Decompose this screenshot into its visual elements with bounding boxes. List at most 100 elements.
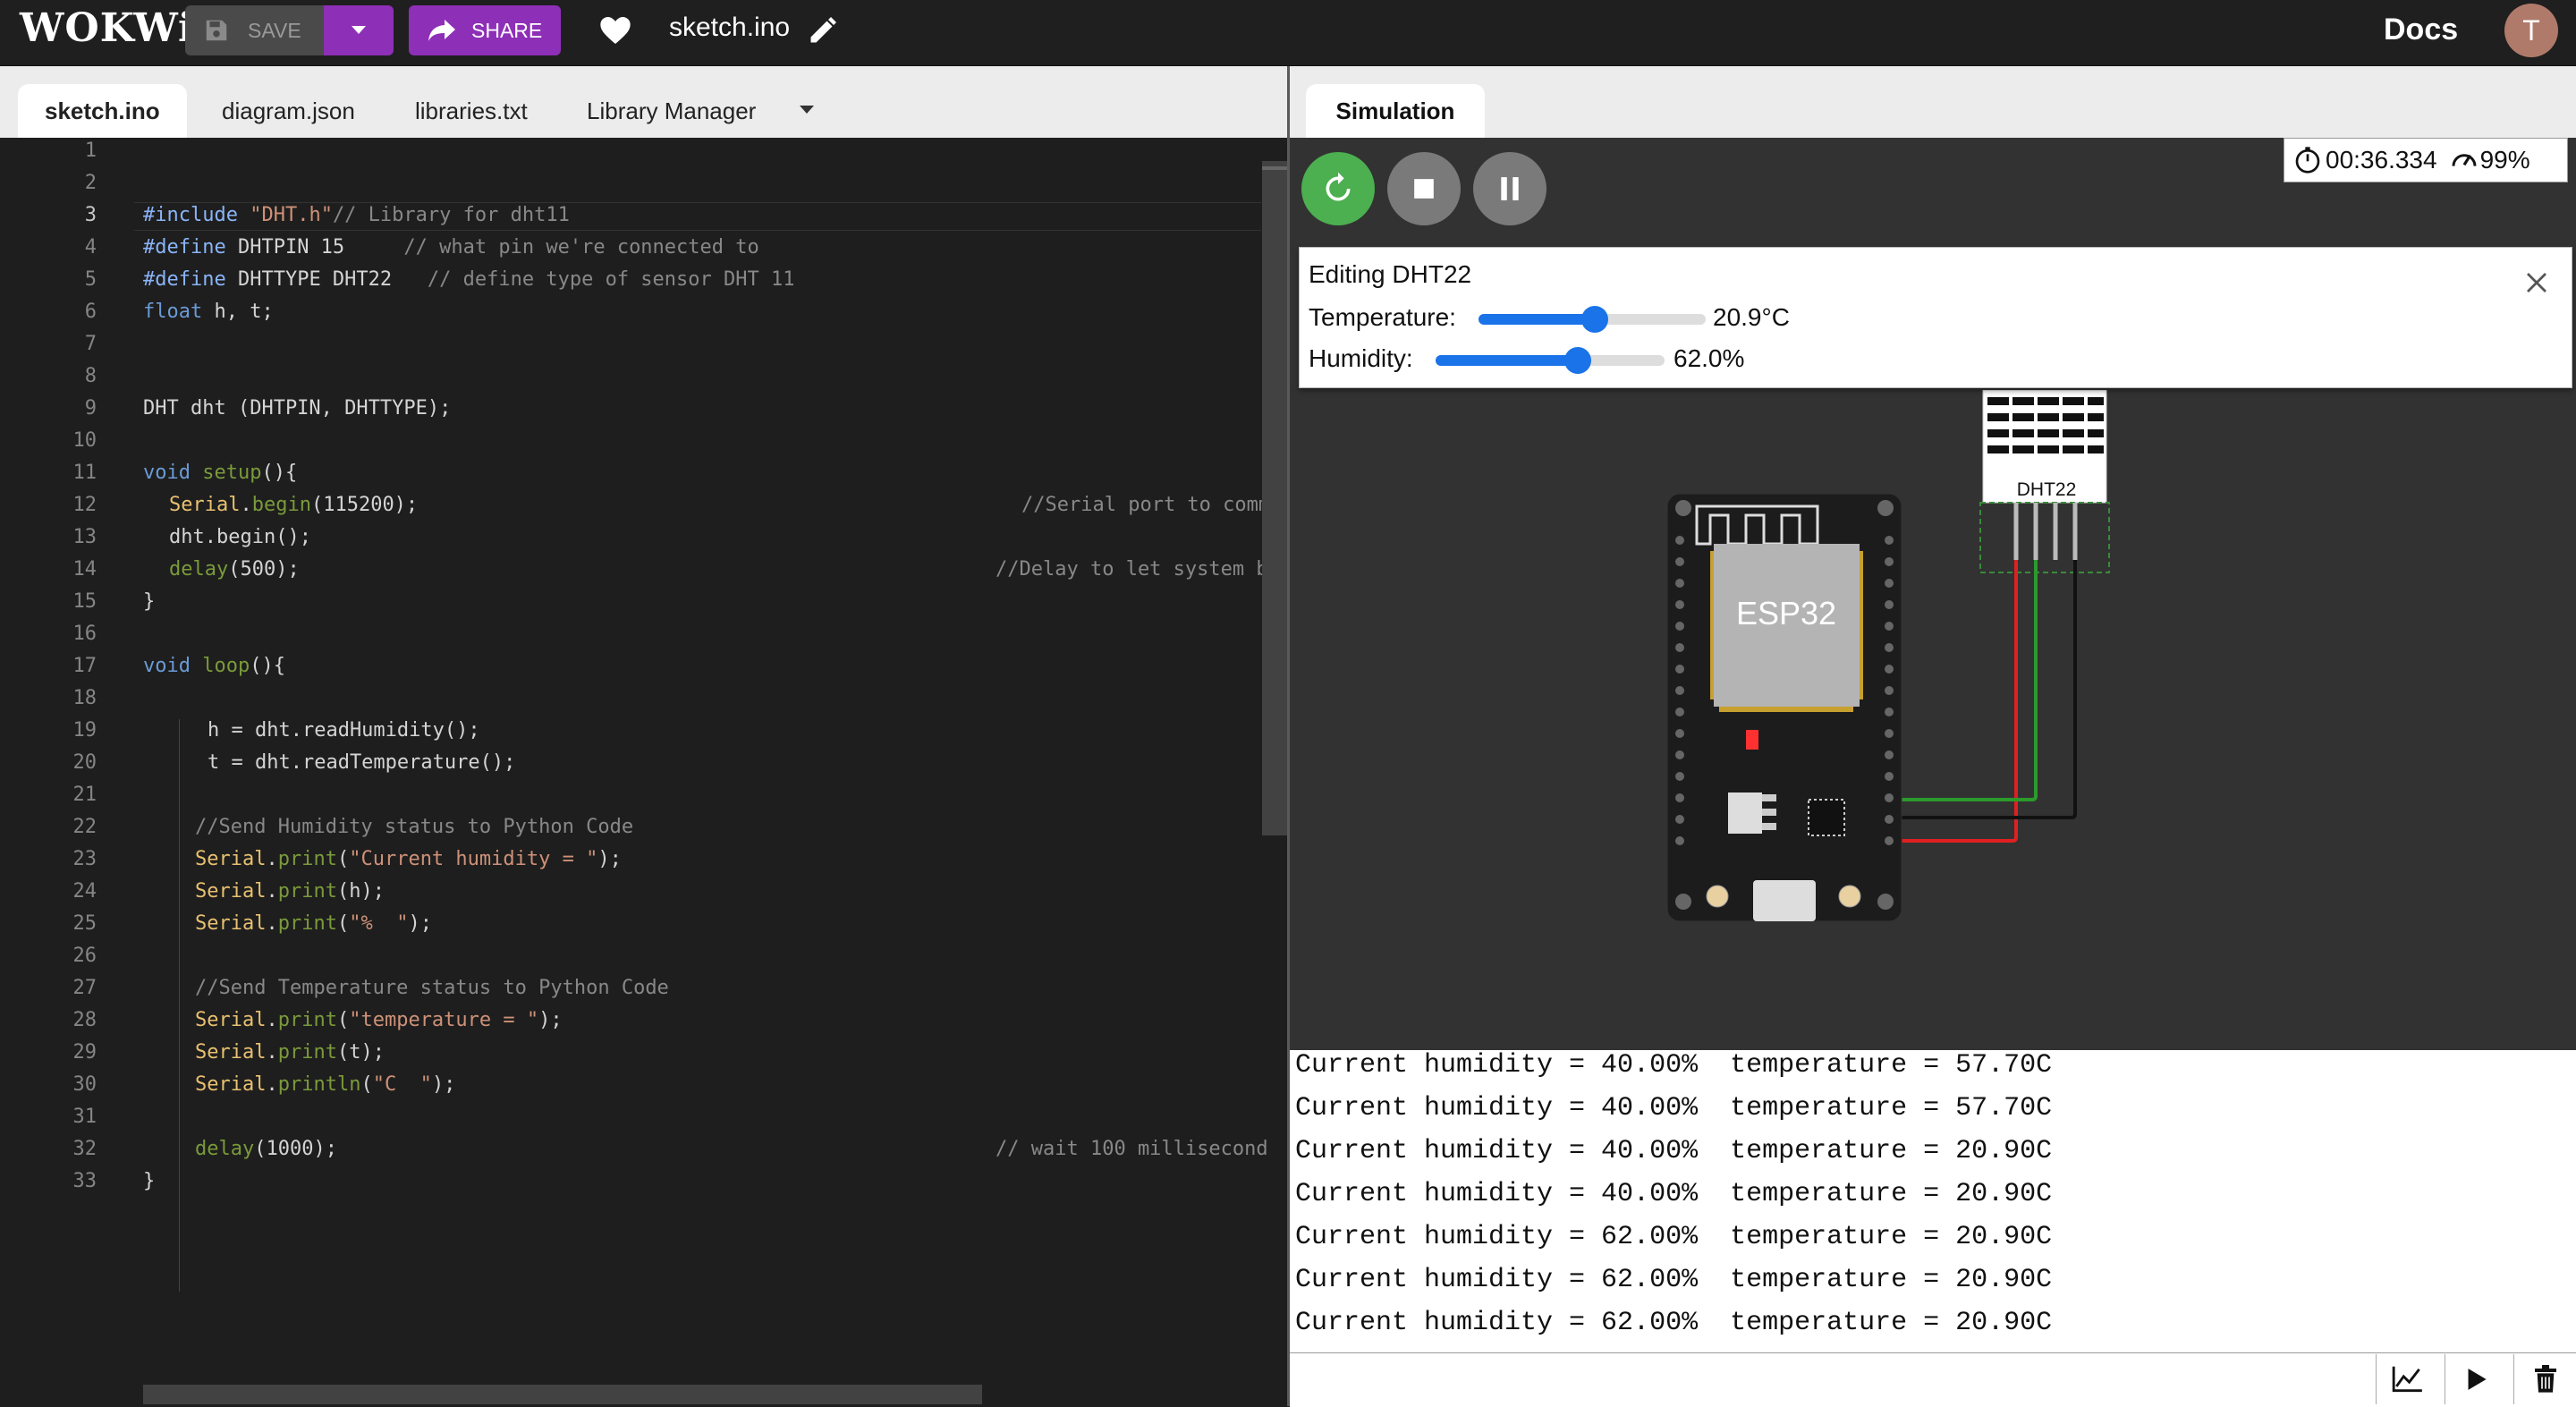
- code-line: void setup(){: [143, 462, 297, 484]
- esp32-label: ESP32: [1736, 595, 1836, 631]
- docs-link[interactable]: Docs: [2384, 13, 2458, 47]
- token: .: [266, 1073, 278, 1096]
- heart-icon[interactable]: [597, 13, 633, 48]
- save-dropdown-button[interactable]: [324, 5, 394, 55]
- token: // what pin we're connected to: [403, 236, 759, 259]
- stop-button[interactable]: [1387, 152, 1461, 225]
- pause-icon: [1501, 177, 1519, 200]
- save-button[interactable]: SAVE: [185, 5, 324, 55]
- line-number: 12: [72, 494, 97, 516]
- wire-data[interactable]: [1891, 560, 2038, 801]
- wire-gnd[interactable]: [1891, 560, 2077, 819]
- token: Serial: [195, 1073, 267, 1096]
- tab-sketch-ino[interactable]: sketch.ino: [18, 84, 187, 138]
- editor-horizontal-scrollbar[interactable]: [143, 1385, 982, 1404]
- line-number: 33: [72, 1170, 97, 1192]
- temperature-label: Temperature:: [1309, 303, 1456, 331]
- plotter-button[interactable]: [2376, 1354, 2439, 1404]
- code-line: delay(500);: [169, 558, 300, 581]
- token: DHTPIN 15: [237, 236, 404, 259]
- token: (115200);: [310, 494, 419, 516]
- token: Serial: [195, 880, 267, 903]
- stop-icon: [1414, 179, 1434, 199]
- serial-play-button[interactable]: [2445, 1354, 2508, 1404]
- line-number: 28: [72, 1009, 97, 1031]
- token: "Current humidity = ": [349, 848, 598, 870]
- token: print: [277, 1009, 337, 1031]
- tab-libraries-txt[interactable]: libraries.txt: [388, 84, 555, 138]
- slider-knob[interactable]: [1564, 347, 1591, 374]
- pause-button[interactable]: [1473, 152, 1546, 225]
- line-number: 16: [72, 623, 97, 645]
- save-label: SAVE: [248, 18, 301, 42]
- editor-vertical-scrollbar[interactable]: [1262, 161, 1287, 835]
- tab-diagram-json[interactable]: diagram.json: [195, 84, 382, 138]
- timer-value: 00:36.334: [2326, 146, 2437, 174]
- line-number: 2: [84, 172, 97, 194]
- token: delay: [169, 558, 229, 581]
- tabs-dropdown-icon[interactable]: [798, 104, 816, 116]
- restart-button[interactable]: [1301, 152, 1375, 225]
- dht22-sensor[interactable]: DHT22: [1979, 390, 2110, 573]
- line-number: 11: [72, 462, 97, 484]
- token: );: [538, 1009, 563, 1031]
- line-number: 18: [72, 687, 97, 709]
- token: print: [277, 1041, 337, 1064]
- humidity-value: 62.0%: [1674, 344, 1745, 372]
- clear-serial-button[interactable]: [2513, 1354, 2576, 1404]
- token: DHTTYPE DHT22: [237, 268, 428, 291]
- token: "DHT.h": [250, 204, 333, 226]
- indent-guide: [179, 818, 180, 1292]
- line-number: 29: [72, 1041, 97, 1064]
- token: Serial: [195, 912, 267, 935]
- line-number: 1: [84, 140, 97, 162]
- esp32-board[interactable]: ESP32: [1666, 493, 1902, 922]
- share-button[interactable]: SHARE: [409, 5, 561, 55]
- pencil-icon[interactable]: [807, 14, 839, 47]
- save-icon: [206, 20, 227, 41]
- code-line: }: [143, 590, 156, 613]
- line-number: 23: [72, 848, 97, 870]
- token: (: [360, 1073, 373, 1096]
- scrollbar-marker: [1262, 166, 1287, 170]
- token: println: [277, 1073, 361, 1096]
- token: (: [336, 1009, 350, 1031]
- tab-library-manager[interactable]: Library Manager: [560, 84, 783, 138]
- token: void: [143, 462, 191, 484]
- serial-line: Current humidity = 62.00% temperature = …: [1295, 1222, 2053, 1252]
- token: h, t;: [202, 301, 274, 323]
- line-number: 9: [84, 397, 97, 420]
- token: print: [277, 912, 337, 935]
- code-comment: //Serial port to comm: [1021, 494, 1271, 516]
- code-editor[interactable]: 1 2 3 4 5 6 7 8 9 10 11 12 13 14 15 16 1…: [0, 138, 1287, 1406]
- token: .: [266, 1009, 278, 1031]
- token: #define: [143, 236, 238, 259]
- humidity-label: Humidity:: [1309, 344, 1413, 372]
- code-line: Serial.begin(115200);: [169, 494, 418, 516]
- code-line: delay(1000);: [195, 1138, 337, 1160]
- speedometer-icon: [2452, 154, 2477, 166]
- edit-panel-title: Editing DHT22: [1309, 260, 1472, 288]
- share-label: SHARE: [471, 18, 543, 42]
- serial-input[interactable]: [1292, 1354, 2377, 1406]
- token: "C ": [372, 1073, 432, 1096]
- line-number: 10: [72, 429, 97, 452]
- user-avatar[interactable]: T: [2504, 4, 2558, 57]
- line-number: 5: [84, 268, 97, 291]
- project-filename: sketch.ino: [669, 13, 791, 42]
- speed-value: 99%: [2479, 146, 2530, 174]
- share-icon: [428, 20, 455, 41]
- code-line: t = dht.readTemperature();: [208, 751, 516, 774]
- line-number: 13: [72, 526, 97, 548]
- token: (){: [261, 462, 298, 484]
- code-line: //Send Temperature status to Python Code: [195, 977, 669, 999]
- serial-line: Current humidity = 40.00% temperature = …: [1295, 1179, 2053, 1209]
- code-line: Serial.print("Current humidity = ");: [195, 848, 622, 870]
- wokwi-logo[interactable]: WOKWi: [20, 5, 194, 51]
- token: #include: [143, 204, 250, 226]
- slider-knob[interactable]: [1581, 306, 1608, 333]
- tab-simulation[interactable]: Simulation: [1306, 84, 1485, 138]
- close-icon[interactable]: [2523, 269, 2550, 296]
- slider-fill: [1479, 314, 1595, 325]
- serial-line: Current humidity = 62.00% temperature = …: [1295, 1265, 2053, 1295]
